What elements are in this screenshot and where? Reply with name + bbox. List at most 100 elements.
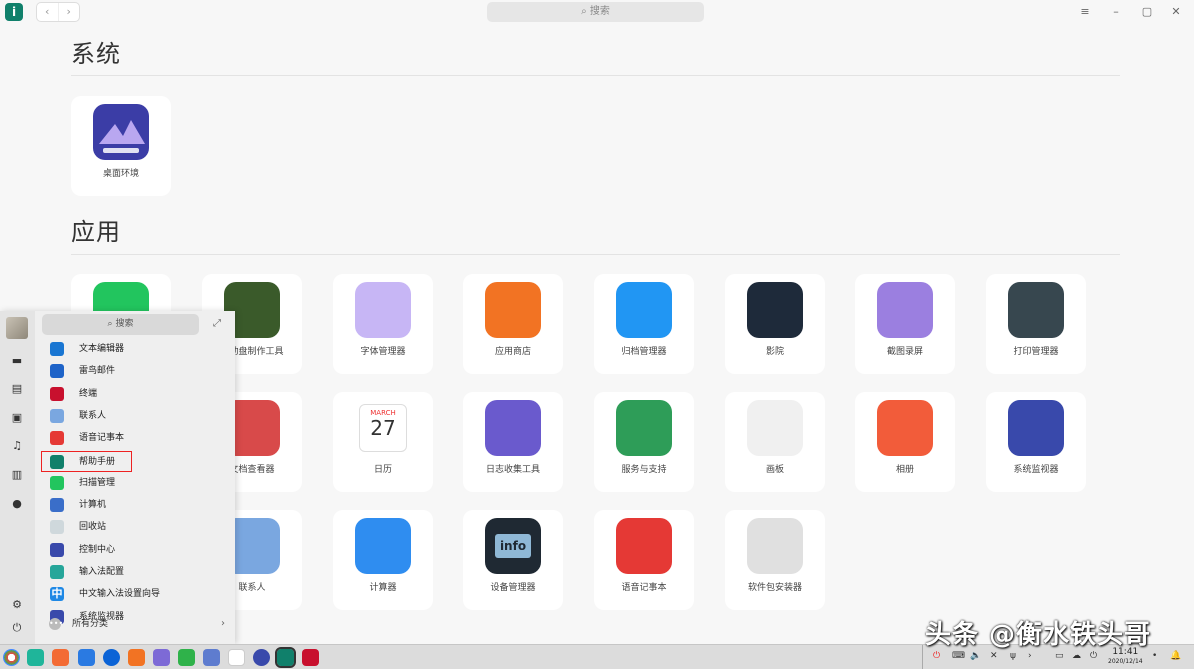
app-card-desktop-environment[interactable]: 桌面环境 xyxy=(71,96,171,196)
workspace-icon[interactable] xyxy=(78,649,95,666)
keyboard-icon[interactable]: ⌨ xyxy=(952,651,965,661)
document-viewer-icon[interactable] xyxy=(203,649,220,666)
app-card-calendar[interactable]: MARCH 27 日历 xyxy=(333,392,433,492)
launcher-item-input-config[interactable]: 输入法配置 xyxy=(45,562,230,582)
expand-icon[interactable]: ⤢ xyxy=(213,318,221,329)
manual-icon xyxy=(50,454,64,469)
app-label: 语音记事本 xyxy=(621,583,667,593)
tray-expand-icon[interactable]: › xyxy=(1028,651,1032,661)
launcher-item-control-center[interactable]: 控制中心 xyxy=(45,540,230,560)
launcher-item-label: 控制中心 xyxy=(79,544,116,555)
launcher-item-contacts[interactable]: 联系人 xyxy=(45,406,230,426)
volume-icon[interactable]: 🔈 xyxy=(970,651,981,661)
network-icon[interactable]: ✕ xyxy=(990,651,998,661)
device-info-text: info xyxy=(495,534,531,558)
app-label: 系统监视器 xyxy=(1013,465,1059,475)
app-card-album[interactable]: 相册 xyxy=(855,392,955,492)
forward-button[interactable]: › xyxy=(59,3,80,21)
back-button[interactable]: ‹ xyxy=(37,3,59,21)
app-label: 日志收集工具 xyxy=(485,465,540,475)
app-store-icon[interactable] xyxy=(128,649,145,666)
launcher-item-manual[interactable]: 帮助手册 xyxy=(41,450,132,472)
multitask-icon[interactable] xyxy=(27,649,44,666)
app-card-print-manager[interactable]: 打印管理器 xyxy=(986,274,1086,374)
system-section-title: 系统 xyxy=(71,40,121,68)
control-center-icon[interactable] xyxy=(253,649,270,666)
app-label: 画板 xyxy=(765,465,784,475)
usb-icon[interactable]: ψ xyxy=(1010,651,1016,661)
browser-icon[interactable] xyxy=(103,649,120,666)
app-label: 计算器 xyxy=(369,583,397,593)
font-manager-icon xyxy=(355,282,411,338)
minimize-button[interactable]: – xyxy=(1106,4,1126,20)
trash-icon xyxy=(50,520,64,535)
app-card-voice-note[interactable]: 语音记事本 xyxy=(594,510,694,610)
all-categories-button[interactable]: ••• 所有分类 › xyxy=(45,615,230,633)
app-card-calculator[interactable]: 计算器 xyxy=(333,510,433,610)
video-category-icon[interactable]: ▥ xyxy=(10,468,24,482)
launcher-item-voice-note[interactable]: 语音记事本 xyxy=(45,428,230,448)
launcher-icon[interactable] xyxy=(3,649,20,666)
album-icon xyxy=(877,400,933,456)
apps-section-title: 应用 xyxy=(71,218,121,246)
terminal-icon[interactable] xyxy=(302,649,319,666)
archive-manager-icon xyxy=(616,282,672,338)
app-card-archive-manager[interactable]: 归档管理器 xyxy=(594,274,694,374)
app-card-screenshot[interactable]: 截图录屏 xyxy=(855,274,955,374)
shutdown-icon[interactable]: ⏻ xyxy=(1090,651,1097,661)
app-label: 设备管理器 xyxy=(490,583,536,593)
app-store-icon xyxy=(485,282,541,338)
menu-button[interactable]: ≡ xyxy=(1075,4,1095,20)
calendar-day: 27 xyxy=(370,416,396,440)
computer-category-icon[interactable]: ▬ xyxy=(10,354,24,368)
terminal-icon xyxy=(50,386,64,401)
maximize-button[interactable]: ▢ xyxy=(1137,4,1157,20)
launcher-item-chinese-input[interactable]: 中 中文输入法设置向导 xyxy=(45,584,230,604)
screen-icon[interactable]: ▭ xyxy=(1055,651,1064,661)
app-card-draw[interactable]: 画板 xyxy=(725,392,825,492)
file-manager-icon[interactable] xyxy=(52,649,69,666)
launcher-item-thunderbird[interactable]: 雷鸟邮件 xyxy=(45,361,230,381)
app-card-package-installer[interactable]: 软件包安装器 xyxy=(725,510,825,610)
power-icon[interactable]: ⏻ xyxy=(10,621,24,635)
avatar[interactable] xyxy=(6,317,28,339)
app-card-font-manager[interactable]: 字体管理器 xyxy=(333,274,433,374)
app-card-log-collector[interactable]: 日志收集工具 xyxy=(463,392,563,492)
app-card-device-manager[interactable]: info 设备管理器 xyxy=(463,510,563,610)
download-category-icon[interactable]: ● xyxy=(10,497,24,511)
launcher-item-terminal[interactable]: 终端 xyxy=(45,384,230,404)
package-installer-icon xyxy=(747,518,803,574)
music-icon[interactable] xyxy=(178,649,195,666)
tray-dot-icon[interactable]: • xyxy=(1152,651,1157,661)
settings-icon[interactable]: ⚙ xyxy=(10,598,24,612)
notification-bell-icon[interactable]: 🔔 xyxy=(1170,651,1181,661)
launcher-search-input[interactable]: ⌕ 搜索 xyxy=(42,314,199,335)
picture-category-icon[interactable]: ▣ xyxy=(10,411,24,425)
app-card-system-monitor[interactable]: 系统监视器 xyxy=(986,392,1086,492)
launcher-item-text-editor[interactable]: 文本编辑器 xyxy=(45,339,230,359)
search-input[interactable]: ⌕ 搜索 xyxy=(487,2,704,22)
launcher-item-label: 终端 xyxy=(79,388,98,399)
power-manager-icon[interactable]: ⏻ xyxy=(933,651,940,661)
app-card-movie[interactable]: 影院 xyxy=(725,274,825,374)
launcher-item-computer[interactable]: 计算机 xyxy=(45,495,230,515)
app-card-app-store[interactable]: 应用商店 xyxy=(463,274,563,374)
cloud-icon[interactable]: ☁ xyxy=(1072,651,1081,661)
music-category-icon[interactable]: ♫ xyxy=(10,439,24,453)
voice-note-icon xyxy=(50,431,64,446)
launcher-item-scan-manager[interactable]: 扫描管理 xyxy=(45,473,230,493)
desktop-environment-icon xyxy=(93,104,149,160)
album-icon[interactable] xyxy=(153,649,170,666)
launcher-item-trash[interactable]: 回收站 xyxy=(45,517,230,537)
calendar-icon[interactable] xyxy=(228,649,245,666)
app-card-service-support[interactable]: 服务与支持 xyxy=(594,392,694,492)
document-category-icon[interactable]: ▤ xyxy=(10,382,24,396)
manual-icon[interactable] xyxy=(275,647,296,668)
close-button[interactable]: ✕ xyxy=(1166,4,1186,20)
thunderbird-icon xyxy=(50,364,64,379)
movie-icon xyxy=(747,282,803,338)
app-label: 软件包安装器 xyxy=(747,583,802,593)
app-label: 服务与支持 xyxy=(621,465,667,475)
date: 2020/12/14 xyxy=(1108,658,1143,665)
launcher-item-label: 雷鸟邮件 xyxy=(79,366,116,377)
